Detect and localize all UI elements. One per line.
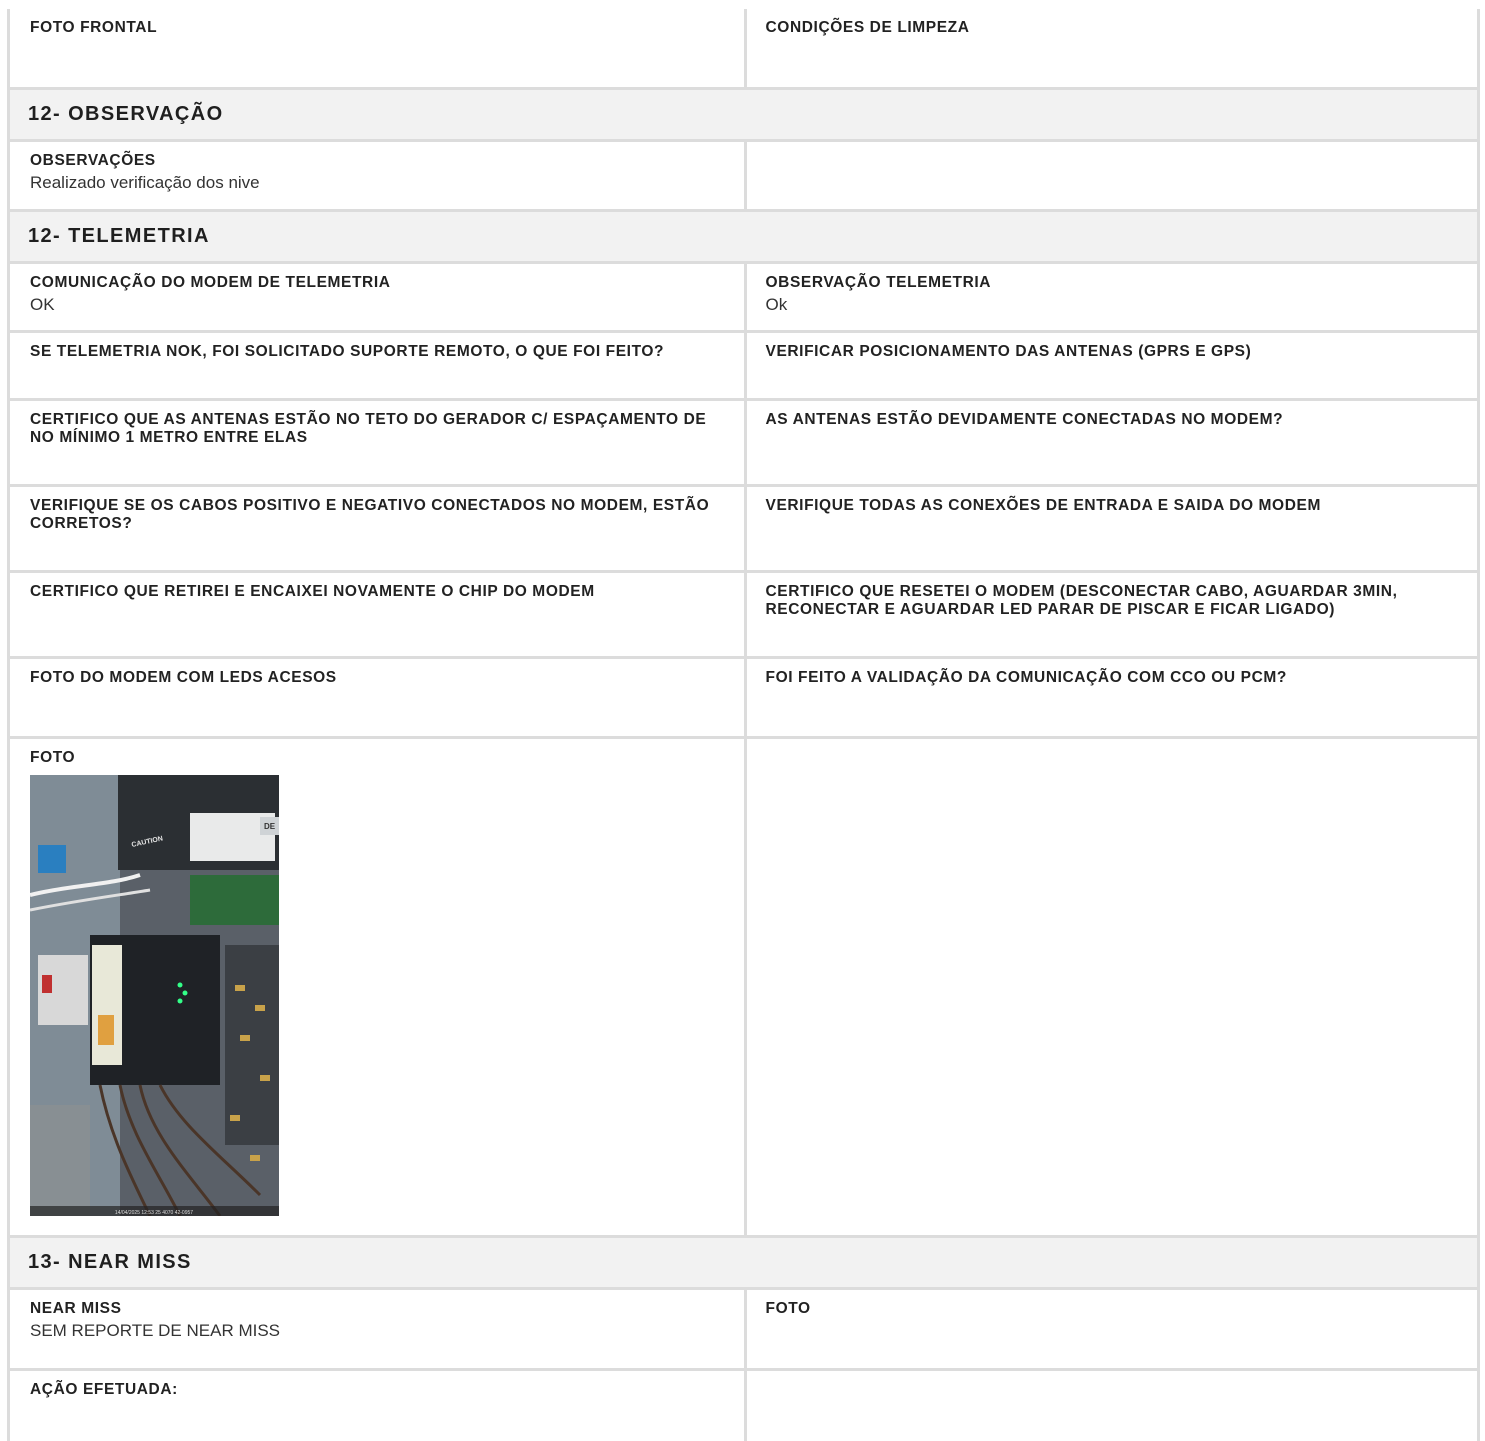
field-comunicacao-modem: COMUNICAÇÃO DO MODEM DE TELEMETRIA OK bbox=[10, 264, 744, 330]
row-cabos: VERIFIQUE SE OS CABOS POSITIVO E NEGATIV… bbox=[10, 487, 1477, 573]
section-header-telemetria: 12- TELEMETRIA bbox=[10, 209, 1477, 264]
row-suporte-remoto: SE TELEMETRIA NOK, FOI SOLICITADO SUPORT… bbox=[10, 333, 1477, 401]
field-validacao: FOI FEITO A VALIDAÇÃO DA COMUNICAÇÃO COM… bbox=[743, 659, 1478, 736]
section-header-near-miss: 13- NEAR MISS bbox=[10, 1235, 1477, 1290]
field-foto-leds: FOTO DO MODEM COM LEDS ACESOS bbox=[10, 659, 744, 736]
field-near-miss: NEAR MISS SEM REPORTE DE NEAR MISS bbox=[10, 1290, 744, 1368]
field-label: FOI FEITO A VALIDAÇÃO DA COMUNICAÇÃO COM… bbox=[765, 669, 1287, 686]
field-posicionamento-antenas: VERIFICAR POSICIONAMENTO DAS ANTENAS (GP… bbox=[743, 333, 1478, 398]
field-conexoes: VERIFIQUE TODAS AS CONEXÕES DE ENTRADA E… bbox=[743, 487, 1478, 570]
field-antenas-conectadas: AS ANTENAS ESTÃO DEVIDAMENTE CONECTADAS … bbox=[743, 401, 1478, 484]
row-chip-reset: CERTIFICO QUE RETIREI E ENCAIXEI NOVAMEN… bbox=[10, 573, 1477, 659]
field-label: SE TELEMETRIA NOK, FOI SOLICITADO SUPORT… bbox=[30, 343, 665, 360]
field-value: Ok bbox=[765, 295, 788, 314]
field-acao-efetuada: AÇÃO EFETUADA: bbox=[10, 1371, 744, 1441]
field-antenas-teto: CERTIFICO QUE AS ANTENAS ESTÃO NO TETO D… bbox=[10, 401, 744, 484]
row-near-miss: NEAR MISS SEM REPORTE DE NEAR MISS FOTO bbox=[10, 1290, 1477, 1371]
field-reset: CERTIFICO QUE RESETEI O MODEM (DESCONECT… bbox=[743, 573, 1478, 656]
field-label: NEAR MISS bbox=[30, 1300, 122, 1317]
field-label: VERIFIQUE SE OS CABOS POSITIVO E NEGATIV… bbox=[30, 497, 710, 532]
field-label: AÇÃO EFETUADA: bbox=[30, 1381, 178, 1398]
field-value: SEM REPORTE DE NEAR MISS bbox=[30, 1321, 281, 1340]
report-page: FOTO FRONTAL CONDIÇÕES DE LIMPEZA 12- OB… bbox=[0, 0, 1485, 1441]
field-suporte-remoto: SE TELEMETRIA NOK, FOI SOLICITADO SUPORT… bbox=[10, 333, 744, 398]
field-label: CONDIÇÕES DE LIMPEZA bbox=[765, 19, 970, 36]
empty-cell bbox=[743, 1371, 1478, 1441]
field-observacoes: OBSERVAÇÕES Realizado verificação dos ni… bbox=[10, 142, 744, 209]
field-cabos: VERIFIQUE SE OS CABOS POSITIVO E NEGATIV… bbox=[10, 487, 744, 570]
field-label: FOTO FRONTAL bbox=[30, 19, 158, 36]
field-label: CERTIFICO QUE RESETEI O MODEM (DESCONECT… bbox=[765, 583, 1398, 618]
field-value: Realizado verificação dos nive bbox=[30, 173, 260, 192]
row-observacoes: OBSERVAÇÕES Realizado verificação dos ni… bbox=[10, 142, 1477, 212]
row-foto-frontal: FOTO FRONTAL CONDIÇÕES DE LIMPEZA bbox=[10, 9, 1477, 90]
field-label: CERTIFICO QUE RETIREI E ENCAIXEI NOVAMEN… bbox=[30, 583, 595, 600]
field-label: OBSERVAÇÃO TELEMETRIA bbox=[765, 274, 992, 291]
empty-cell bbox=[743, 142, 1478, 209]
field-foto: FOTO DE CAUTION 14/04/2025 12:53 25 4070… bbox=[10, 739, 744, 1235]
field-label: FOTO bbox=[30, 749, 76, 766]
photo-caption: 14/04/2025 12:53 25 4070 42-0957 bbox=[115, 1210, 193, 1216]
field-foto-frontal: FOTO FRONTAL bbox=[10, 9, 744, 87]
field-label: FOTO DO MODEM COM LEDS ACESOS bbox=[30, 669, 337, 686]
photo-brand-text: DE bbox=[264, 822, 276, 831]
inspection-report: FOTO FRONTAL CONDIÇÕES DE LIMPEZA 12- OB… bbox=[7, 9, 1480, 1441]
field-observacao-telemetria: OBSERVAÇÃO TELEMETRIA Ok bbox=[743, 264, 1478, 330]
field-label: VERIFICAR POSICIONAMENTO DAS ANTENAS (GP… bbox=[765, 343, 1252, 360]
field-label: COMUNICAÇÃO DO MODEM DE TELEMETRIA bbox=[30, 274, 391, 291]
row-comunicacao: COMUNICAÇÃO DO MODEM DE TELEMETRIA OK OB… bbox=[10, 264, 1477, 333]
field-label: CERTIFICO QUE AS ANTENAS ESTÃO NO TETO D… bbox=[30, 411, 707, 446]
field-label: AS ANTENAS ESTÃO DEVIDAMENTE CONECTADAS … bbox=[765, 411, 1284, 428]
field-label: OBSERVAÇÕES bbox=[30, 152, 156, 169]
field-near-miss-foto: FOTO bbox=[743, 1290, 1478, 1368]
section-title: 12- OBSERVAÇÃO bbox=[28, 103, 224, 125]
empty-cell bbox=[743, 739, 1478, 1235]
row-antenas: CERTIFICO QUE AS ANTENAS ESTÃO NO TETO D… bbox=[10, 401, 1477, 487]
field-condicoes-limpeza: CONDIÇÕES DE LIMPEZA bbox=[743, 9, 1478, 87]
section-header-observacao: 12- OBSERVAÇÃO bbox=[10, 87, 1477, 142]
field-label: FOTO bbox=[765, 1300, 811, 1317]
field-label: VERIFIQUE TODAS AS CONEXÕES DE ENTRADA E… bbox=[765, 497, 1321, 514]
modem-photo[interactable]: DE CAUTION 14/04/2025 12:53 25 4070 42-0… bbox=[30, 775, 279, 1216]
field-value: OK bbox=[30, 295, 55, 314]
row-foto: FOTO DE CAUTION 14/04/2025 12:53 25 4070… bbox=[10, 739, 1477, 1238]
section-title: 13- NEAR MISS bbox=[28, 1251, 192, 1273]
field-chip: CERTIFICO QUE RETIREI E ENCAIXEI NOVAMEN… bbox=[10, 573, 744, 656]
section-title: 12- TELEMETRIA bbox=[28, 225, 210, 247]
row-foto-leds: FOTO DO MODEM COM LEDS ACESOS FOI FEITO … bbox=[10, 659, 1477, 739]
row-acao-efetuada: AÇÃO EFETUADA: bbox=[10, 1371, 1477, 1441]
